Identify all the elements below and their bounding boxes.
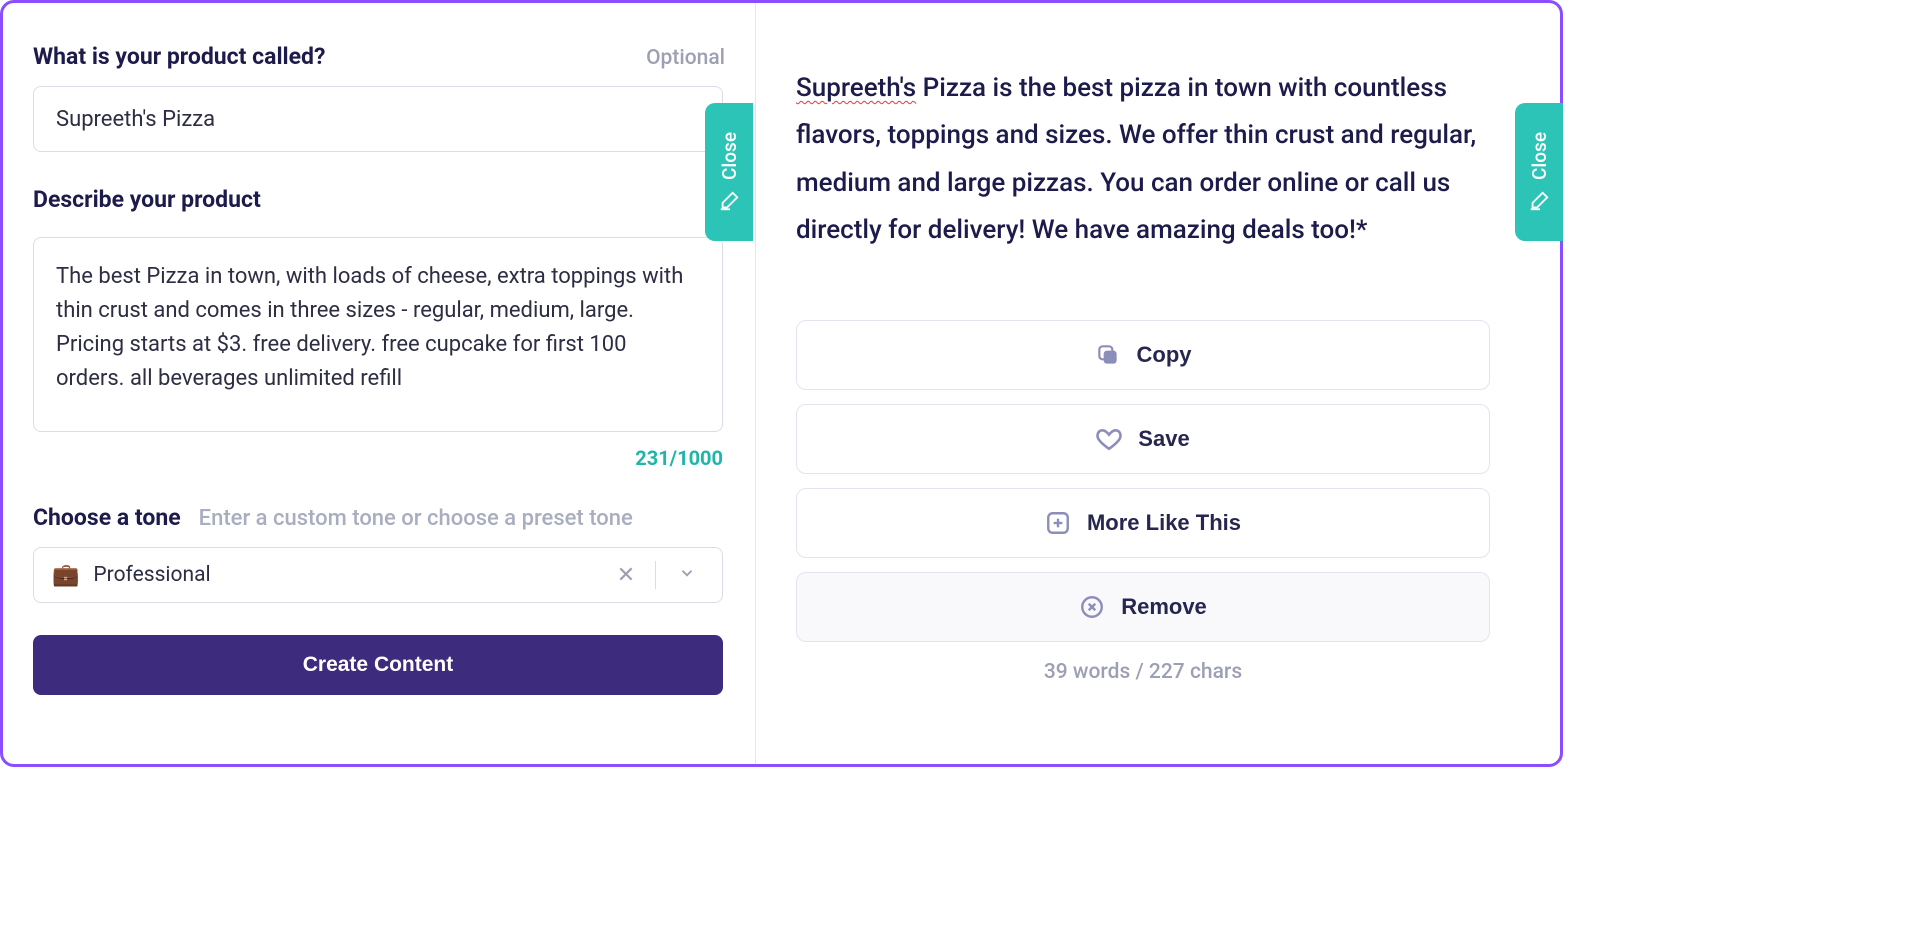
clear-icon[interactable]: ✕ bbox=[611, 563, 641, 588]
tone-hint: Enter a custom tone or choose a preset t… bbox=[199, 506, 633, 531]
optional-hint: Optional bbox=[646, 46, 725, 70]
eraser-icon bbox=[1528, 190, 1550, 212]
tone-select[interactable]: 💼 Professional ✕ bbox=[33, 547, 723, 603]
create-content-button[interactable]: Create Content bbox=[33, 635, 723, 695]
heart-icon bbox=[1096, 426, 1122, 452]
describe-section: Describe your product 231/1000 bbox=[33, 186, 725, 470]
spell-error-word: Supreeth's bbox=[796, 73, 916, 103]
save-button[interactable]: Save bbox=[796, 404, 1490, 474]
briefcase-icon: 💼 bbox=[52, 563, 79, 588]
divider bbox=[655, 561, 656, 589]
input-pane: What is your product called? Optional De… bbox=[3, 3, 756, 764]
word-char-stats: 39 words / 227 chars bbox=[796, 660, 1490, 684]
remove-label: Remove bbox=[1121, 594, 1207, 620]
remove-button[interactable]: Remove bbox=[796, 572, 1490, 642]
describe-textarea[interactable] bbox=[33, 237, 723, 432]
close-label: Close bbox=[718, 132, 741, 180]
chevron-down-icon[interactable] bbox=[670, 563, 704, 588]
product-name-section: What is your product called? Optional bbox=[33, 43, 725, 152]
copy-button[interactable]: Copy bbox=[796, 320, 1490, 390]
generated-text: Supreeth's Pizza is the best pizza in to… bbox=[796, 65, 1490, 254]
save-label: Save bbox=[1138, 426, 1189, 452]
close-right-tab[interactable]: Close bbox=[1515, 103, 1563, 241]
char-counter: 231/1000 bbox=[33, 446, 723, 470]
close-left-tab[interactable]: Close bbox=[705, 103, 753, 241]
eraser-icon bbox=[718, 190, 740, 212]
remove-circle-icon bbox=[1079, 594, 1105, 620]
product-name-input[interactable] bbox=[33, 86, 723, 152]
product-name-label: What is your product called? bbox=[33, 43, 325, 70]
tone-section: Choose a tone Enter a custom tone or cho… bbox=[33, 504, 725, 603]
copy-icon bbox=[1095, 342, 1121, 368]
action-list: Copy Save More Like This bbox=[796, 320, 1490, 642]
plus-square-icon bbox=[1045, 510, 1071, 536]
copy-label: Copy bbox=[1137, 342, 1192, 368]
output-pane: Supreeth's Pizza is the best pizza in to… bbox=[756, 3, 1560, 764]
tone-value: Professional bbox=[93, 563, 597, 587]
more-label: More Like This bbox=[1087, 510, 1241, 536]
describe-label: Describe your product bbox=[33, 186, 725, 213]
close-label: Close bbox=[1528, 132, 1551, 180]
more-like-this-button[interactable]: More Like This bbox=[796, 488, 1490, 558]
tone-label: Choose a tone bbox=[33, 504, 181, 531]
